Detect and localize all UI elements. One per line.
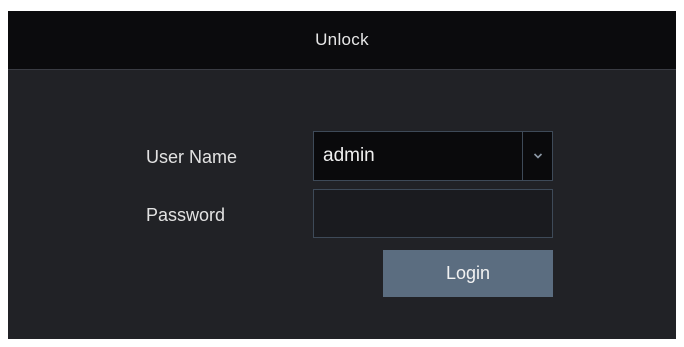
username-label: User Name [146, 147, 238, 167]
username-select-value: admin [323, 145, 375, 166]
login-button[interactable]: Login [383, 250, 553, 297]
chevron-down-icon[interactable] [523, 132, 552, 180]
unlock-dialog: Unlock User Name admin Password Login [8, 11, 676, 339]
password-label: Password [146, 205, 226, 225]
username-select[interactable]: admin [313, 131, 553, 181]
dialog-title-bar: Unlock [8, 11, 676, 70]
password-input[interactable] [313, 189, 553, 238]
dialog-title: Unlock [315, 30, 369, 49]
